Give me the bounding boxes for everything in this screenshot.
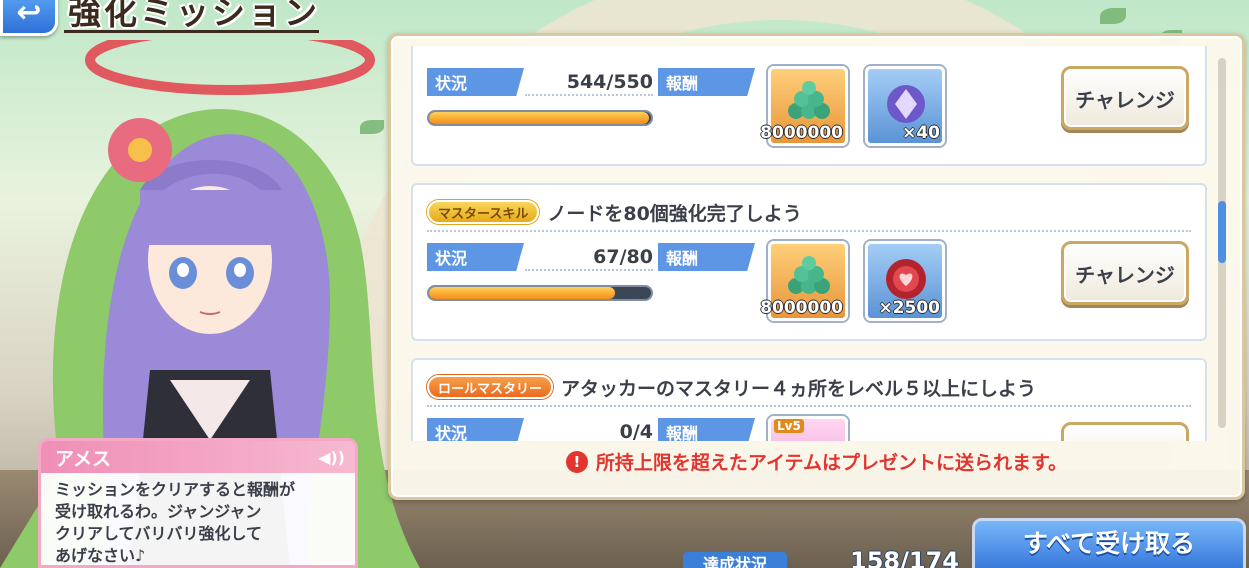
- reward-quantity: 8000000: [760, 123, 843, 143]
- status-label: 状況: [427, 418, 524, 441]
- voice-icon[interactable]: ◀)): [318, 448, 345, 467]
- reward-label: 報酬: [658, 418, 755, 441]
- back-button[interactable]: ↩: [0, 0, 58, 36]
- receive-all-button[interactable]: すべて受け取る: [972, 518, 1246, 568]
- warning-icon: !: [565, 450, 588, 473]
- reward-quantity: 8000000: [760, 298, 843, 318]
- achievement-label: 達成状況: [683, 552, 787, 568]
- mission-description: アタッカーのマスタリー４ヵ所をレベル５以上にしよう: [561, 377, 1037, 400]
- reward-item-mana[interactable]: 8000000: [760, 66, 848, 146]
- mana-icon: [788, 81, 830, 119]
- mission-description: ノードを80個強化完了しよう: [547, 202, 802, 225]
- challenge-button[interactable]: [1061, 422, 1189, 441]
- progress-text: 544/550: [525, 68, 653, 96]
- challenge-button[interactable]: チャレンジ: [1061, 66, 1189, 130]
- scrollbar[interactable]: [1218, 58, 1226, 428]
- challenge-button[interactable]: チャレンジ: [1061, 241, 1189, 305]
- reward-quantity: ×40: [902, 123, 940, 143]
- back-arrow-icon: ↩: [16, 0, 42, 30]
- progress-bar: [427, 285, 653, 301]
- mission-list[interactable]: 状況 544/550 報酬 8000000 ×40 チャレンジ マスタースキル …: [411, 46, 1209, 441]
- reward-item-medal[interactable]: ×2500: [865, 241, 945, 321]
- reward-label: 報酬: [658, 243, 755, 271]
- divider: [427, 405, 1191, 407]
- reward-quantity: ×2500: [878, 298, 940, 318]
- scroll-thumb[interactable]: [1218, 201, 1226, 263]
- achievement-count: 158/174: [850, 547, 959, 568]
- mission-header: ロールマスタリー アタッカーのマスタリー４ヵ所をレベル５以上にしよう: [427, 374, 1036, 400]
- dialog-box: アメス ◀)) ミッションをクリアすると報酬が 受け取れるわ。ジャンジャン クリ…: [38, 438, 358, 568]
- dialog-text: ミッションをクリアすると報酬が 受け取れるわ。ジャンジャン クリアしてバリバリ強…: [55, 480, 296, 565]
- reward-item-book[interactable]: Lv5: [768, 416, 848, 441]
- progress-bar: [427, 110, 653, 126]
- category-tag: マスタースキル: [427, 200, 540, 224]
- progress-text: 0/4: [525, 418, 653, 441]
- crystal-icon: [887, 85, 925, 123]
- progress-fill: [429, 287, 616, 299]
- reward-item-crystal[interactable]: ×40: [865, 66, 945, 146]
- mission-card: 状況 544/550 報酬 8000000 ×40 チャレンジ: [411, 46, 1207, 166]
- speaker-name: アメス: [55, 447, 112, 470]
- mission-card: マスタースキル ノードを80個強化完了しよう 状況 67/80 報酬 80000…: [411, 183, 1207, 341]
- mission-header: マスタースキル ノードを80個強化完了しよう: [427, 199, 802, 225]
- medal-icon: [886, 259, 926, 299]
- speaker-name-bar: アメス ◀)): [41, 441, 355, 473]
- status-label: 状況: [427, 68, 524, 96]
- title-underline: [64, 30, 319, 33]
- reward-item-mana[interactable]: 8000000: [760, 241, 848, 321]
- book-icon: Lv5: [774, 419, 804, 433]
- mission-card: ロールマスタリー アタッカーのマスタリー４ヵ所をレベル５以上にしよう 状況 0/…: [411, 358, 1207, 441]
- mana-icon: [788, 256, 830, 294]
- background-leaf: [1100, 8, 1126, 24]
- notice-text: 所持上限を超えたアイテムはプレゼントに送られます。: [595, 452, 1068, 474]
- notice-message: ! 所持上限を超えたアイテムはプレゼントに送られます。: [391, 448, 1242, 475]
- progress-fill: [429, 112, 649, 124]
- progress-text: 67/80: [525, 243, 653, 271]
- status-label: 状況: [427, 243, 524, 271]
- mission-panel: 状況 544/550 報酬 8000000 ×40 チャレンジ マスタースキル …: [388, 33, 1245, 500]
- divider: [427, 230, 1191, 232]
- page-title: 強化ミッション: [68, 0, 320, 32]
- category-tag: ロールマスタリー: [427, 375, 554, 399]
- reward-label: 報酬: [658, 68, 755, 96]
